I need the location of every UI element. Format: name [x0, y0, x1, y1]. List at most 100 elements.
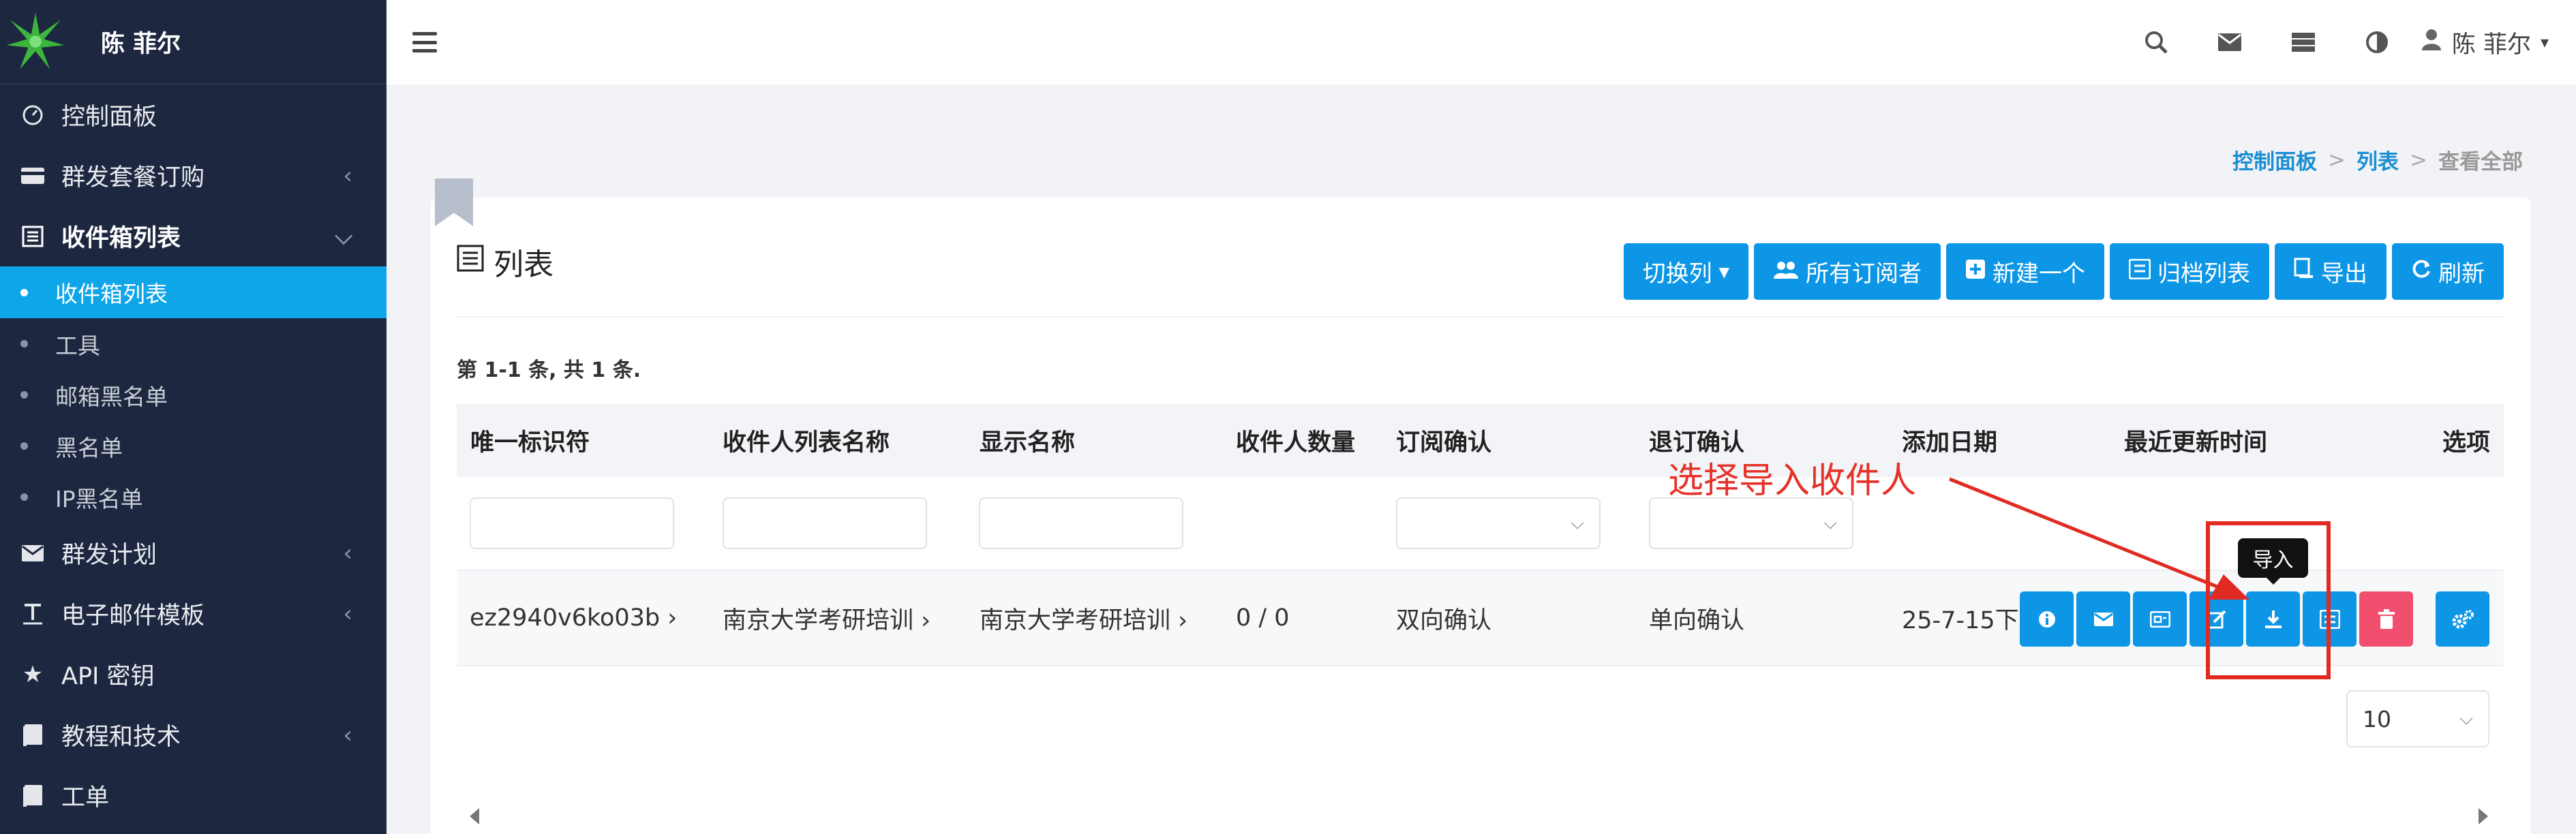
breadcrumb-separator: >: [2328, 147, 2346, 172]
breadcrumb-home[interactable]: 控制面板: [2232, 144, 2317, 175]
brand[interactable]: 陈 菲尔: [0, 0, 387, 84]
caret-down-icon: ▼: [1718, 263, 1729, 280]
sidebar-item-dashboard[interactable]: 控制面板: [0, 84, 387, 145]
refresh-label: 刷新: [2438, 260, 2485, 288]
sidebar-subitem-label: IP黑名单: [55, 485, 143, 512]
cell-subscribe-confirm: 双向确认: [1396, 606, 1492, 634]
view-info-button[interactable]: [2020, 591, 2074, 647]
column-header[interactable]: 最近更新时间: [2124, 404, 2267, 477]
chevron-down-icon: ⌵: [1823, 512, 1837, 534]
archive-list-button[interactable]: 归档列表: [2110, 243, 2269, 300]
sidebar-item-tutorials[interactable]: 教程和技术 ‹: [0, 705, 387, 765]
toolbar: 切换列 ▼ 所有订阅者 新建一个 归档列表 导出 刷新: [1623, 243, 2504, 300]
user-icon: [2421, 28, 2442, 57]
card-icon: [19, 162, 46, 189]
bullet-icon: [20, 391, 28, 399]
all-subscribers-label: 所有订阅者: [1806, 260, 1922, 288]
export-button[interactable]: 导出: [2275, 243, 2386, 300]
display-name-filter-input[interactable]: [979, 497, 1183, 549]
server-icon[interactable]: [2267, 32, 2340, 52]
sidebar-item-package[interactable]: 群发套餐订购 ‹: [0, 145, 387, 206]
archive-list-label: 归档列表: [2157, 260, 2250, 288]
new-button[interactable]: 新建一个: [1946, 243, 2104, 300]
breadcrumb-list[interactable]: 列表: [2357, 144, 2399, 175]
scroll-left-arrow[interactable]: [470, 808, 479, 824]
sidebar-item-label: 群发套餐订购: [61, 164, 205, 191]
archive-icon: [2128, 258, 2151, 285]
cell-display-name[interactable]: 南京大学考研培训 ›: [980, 570, 1187, 666]
mail-icon[interactable]: [2193, 33, 2267, 52]
chevron-left-icon: ‹: [343, 600, 352, 628]
table-header: 唯一标识符 收件人列表名称 显示名称 收件人数量 订阅确认 退订确认 添加日期 …: [457, 404, 2504, 477]
column-header[interactable]: 订阅确认: [1396, 404, 1491, 477]
sidebar-item-label: 电子邮件模板: [61, 602, 205, 630]
id-card-button[interactable]: [2133, 591, 2187, 647]
sidebar-subitem-inbox-list[interactable]: 收件箱列表: [0, 266, 387, 318]
trash-icon: [2378, 608, 2395, 629]
column-header: 选项: [2442, 429, 2491, 457]
search-icon[interactable]: [2119, 30, 2193, 55]
envelope-icon: [2093, 612, 2113, 626]
sidebar-item-mass-plan[interactable]: 群发计划 ‹: [0, 523, 387, 583]
envelope-icon: [19, 540, 46, 567]
list-icon: [19, 223, 46, 250]
book-icon: [19, 722, 46, 749]
unsubscribe-confirm-filter-select[interactable]: ⌵: [1649, 497, 1853, 549]
sidebar-subitem-label: 黑名单: [55, 434, 123, 461]
sidebar-item-label: API 密钥: [61, 663, 155, 690]
contrast-icon[interactable]: [2340, 31, 2414, 54]
sidebar-item-email-template[interactable]: 电子邮件模板 ‹: [0, 583, 387, 644]
subscribe-confirm-filter-select[interactable]: ⌵: [1396, 497, 1601, 549]
sidebar-subitem-label: 工具: [55, 332, 100, 359]
refresh-icon: [2411, 258, 2431, 285]
divider: [457, 316, 2504, 318]
cell-unsubscribe-confirm: 单向确认: [1649, 606, 1745, 634]
column-header[interactable]: 收件人列表名称: [723, 404, 890, 477]
column-header[interactable]: 唯一标识符: [470, 404, 590, 477]
id-card-icon: [2149, 611, 2170, 628]
send-mail-button[interactable]: [2076, 591, 2130, 647]
sidebar: 陈 菲尔 控制面板 群发套餐订购 ‹ 收件箱列表 ⌵ 收件箱列表 工具 邮箱黑名…: [0, 0, 387, 834]
bullet-icon: [20, 493, 28, 501]
menu-toggle-icon[interactable]: [412, 32, 437, 52]
user-menu[interactable]: 陈 菲尔 ▾: [2421, 25, 2549, 60]
bullet-icon: [20, 340, 28, 348]
results-summary: 第 1-1 条, 共 1 条.: [457, 358, 641, 382]
dashboard-icon: [19, 102, 46, 129]
export-label: 导出: [2321, 260, 2367, 288]
sidebar-item-api-key[interactable]: ★ API 密钥: [0, 644, 387, 705]
cell-id[interactable]: ez2940v6ko03b ›: [470, 570, 677, 666]
sidebar-subitem-ip-blacklist[interactable]: IP黑名单: [0, 472, 387, 523]
caret-down-icon: ▾: [2540, 33, 2549, 52]
users-icon: [1773, 258, 1799, 285]
sidebar-subitem-email-blacklist[interactable]: 邮箱黑名单: [0, 369, 387, 420]
toggle-columns-button[interactable]: 切换列 ▼: [1623, 243, 1748, 300]
chevron-left-icon: ‹: [343, 161, 352, 189]
all-subscribers-button[interactable]: 所有订阅者: [1754, 243, 1941, 300]
settings-button[interactable]: [2436, 591, 2489, 647]
sidebar-item-tickets[interactable]: 工单: [0, 765, 387, 826]
column-header[interactable]: 显示名称: [980, 404, 1075, 477]
annotation-text: 选择导入收件人: [1668, 461, 1917, 501]
cell-count: 0 / 0: [1236, 604, 1290, 632]
toggle-columns-label: 切换列: [1642, 260, 1712, 288]
id-filter-input[interactable]: [470, 497, 674, 549]
sidebar-subitem-label: 邮箱黑名单: [55, 383, 168, 410]
sidebar-subitem-tools[interactable]: 工具: [0, 318, 387, 369]
page-title: 列表: [457, 240, 554, 283]
breadcrumb-current: 查看全部: [2438, 150, 2523, 174]
cell-list-name[interactable]: 南京大学考研培训 ›: [723, 570, 930, 666]
sidebar-item-label: 收件箱列表: [61, 225, 181, 252]
scroll-right-arrow[interactable]: [2479, 808, 2488, 824]
sidebar-subitem-blacklist[interactable]: 黑名单: [0, 420, 387, 472]
export-icon: [2294, 258, 2314, 285]
sidebar-item-label: 群发计划: [61, 542, 157, 569]
list-name-filter-input[interactable]: [723, 497, 927, 549]
refresh-button[interactable]: 刷新: [2392, 243, 2504, 300]
column-header[interactable]: 收件人数量: [1236, 404, 1355, 477]
gears-icon: [2452, 609, 2474, 628]
page-size-select[interactable]: 10 ⌵: [2346, 690, 2489, 747]
delete-button[interactable]: [2359, 591, 2413, 647]
chevron-down-icon: ⌵: [2459, 708, 2473, 729]
sidebar-item-inbox-list[interactable]: 收件箱列表 ⌵: [0, 206, 387, 266]
